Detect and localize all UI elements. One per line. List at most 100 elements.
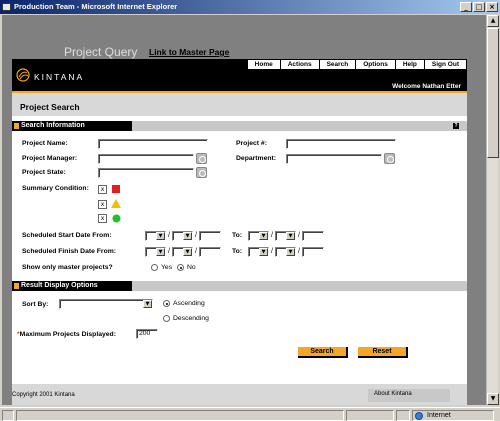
vertical-scrollbar[interactable]: ▲ ▼ bbox=[486, 15, 499, 405]
chevron-down-icon: ▼ bbox=[183, 232, 192, 240]
result-options-title: Result Display Options bbox=[12, 281, 132, 291]
about-kintana-link[interactable]: About Kintana bbox=[368, 389, 450, 402]
finish-to-month-select[interactable]: ▼ bbox=[248, 247, 269, 257]
max-projects-label: *Maximum Projects Displayed: bbox=[17, 331, 116, 338]
condition-yellow-checkbox[interactable]: x bbox=[98, 200, 107, 209]
start-to-year-input[interactable] bbox=[302, 231, 324, 241]
scroll-thumb[interactable] bbox=[487, 28, 499, 158]
finish-to-label: To: bbox=[232, 248, 243, 255]
help-icon[interactable]: ? bbox=[453, 123, 459, 129]
ie-icon bbox=[2, 3, 11, 11]
app-header: Home Actions Search Options Help Sign Ou… bbox=[12, 59, 467, 91]
zone-indicator: Internet bbox=[412, 410, 494, 421]
reset-button[interactable]: Reset bbox=[358, 347, 408, 358]
master-yes-radio[interactable] bbox=[151, 264, 158, 271]
finish-to-day-select[interactable]: ▼ bbox=[275, 247, 296, 257]
project-state-input[interactable] bbox=[98, 168, 194, 178]
window-titlebar: Production Team - Microsoft Internet Exp… bbox=[0, 0, 500, 14]
master-no-label: No bbox=[187, 264, 196, 271]
section-heading: Project Search bbox=[20, 102, 80, 112]
date-separator: / bbox=[298, 248, 300, 255]
chevron-down-icon: ▼ bbox=[259, 248, 268, 256]
nav-help[interactable]: Help bbox=[394, 59, 424, 70]
nav-home[interactable]: Home bbox=[246, 59, 280, 70]
start-to-month-select[interactable]: ▼ bbox=[248, 231, 269, 241]
red-square-icon bbox=[112, 185, 120, 193]
yellow-triangle-icon bbox=[111, 199, 121, 208]
department-input[interactable] bbox=[286, 154, 382, 164]
date-separator: / bbox=[168, 248, 170, 255]
chevron-down-icon: ▼ bbox=[183, 248, 192, 256]
chevron-down-icon: ▼ bbox=[156, 232, 165, 240]
search-button[interactable]: Search bbox=[298, 347, 348, 358]
max-projects-input[interactable]: 200 bbox=[136, 329, 158, 339]
zone-label: Internet bbox=[427, 412, 451, 419]
status-progress bbox=[346, 410, 394, 421]
descending-label: Descending bbox=[173, 315, 209, 322]
project-number-input[interactable] bbox=[286, 139, 396, 149]
master-page-link[interactable]: Link to Master Page bbox=[149, 47, 229, 57]
nav-options[interactable]: Options bbox=[355, 59, 395, 70]
heading-band: Project Search bbox=[12, 93, 467, 116]
master-yes-label: Yes bbox=[161, 264, 173, 271]
welcome-message: Welcome Nathan Etter bbox=[392, 83, 461, 90]
project-manager-input[interactable] bbox=[98, 154, 194, 164]
project-state-label: Project State: bbox=[22, 169, 66, 176]
start-to-day-select[interactable]: ▼ bbox=[275, 231, 296, 241]
date-separator: / bbox=[168, 232, 170, 239]
date-separator: / bbox=[271, 232, 273, 239]
chevron-down-icon: ▼ bbox=[156, 248, 165, 256]
chevron-down-icon: ▼ bbox=[143, 300, 152, 308]
finish-from-month-select[interactable]: ▼ bbox=[145, 247, 166, 257]
maximize-button[interactable]: □ bbox=[473, 2, 485, 12]
nav-actions[interactable]: Actions bbox=[279, 59, 319, 70]
sort-by-select[interactable]: ▼ bbox=[59, 299, 153, 309]
result-options-header: Result Display Options bbox=[12, 281, 467, 291]
date-separator: / bbox=[298, 232, 300, 239]
nav-sign-out[interactable]: Sign Out bbox=[423, 59, 467, 70]
main-content: Project Search Search Information ? Proj… bbox=[12, 93, 467, 405]
internet-globe-icon bbox=[415, 412, 423, 420]
start-from-month-select[interactable]: ▼ bbox=[145, 231, 166, 241]
kintana-logo-icon bbox=[16, 68, 30, 82]
page-title: Project Query bbox=[64, 45, 138, 59]
kintana-logo-text: KINTANA bbox=[34, 72, 85, 82]
search-info-title: Search Information bbox=[12, 121, 132, 131]
window-title: Production Team - Microsoft Internet Exp… bbox=[14, 2, 178, 11]
project-name-input[interactable] bbox=[98, 139, 208, 149]
start-to-label: To: bbox=[232, 232, 243, 239]
chevron-down-icon: ▼ bbox=[286, 232, 295, 240]
lock-icon bbox=[396, 410, 410, 421]
close-button[interactable]: × bbox=[486, 2, 498, 12]
max-projects-label-text: Maximum Projects Displayed: bbox=[19, 331, 116, 338]
scroll-up-icon[interactable]: ▲ bbox=[487, 15, 499, 27]
department-label: Department: bbox=[236, 155, 277, 162]
state-lookup-icon[interactable] bbox=[196, 167, 207, 178]
finish-date-label: Scheduled Finish Date From: bbox=[22, 248, 117, 255]
chevron-down-icon: ▼ bbox=[286, 248, 295, 256]
descending-radio[interactable] bbox=[163, 315, 170, 322]
chevron-down-icon: ▼ bbox=[259, 232, 268, 240]
project-name-label: Project Name: bbox=[22, 140, 68, 147]
condition-red-checkbox[interactable]: x bbox=[98, 185, 107, 194]
start-date-label: Scheduled Start Date From: bbox=[22, 232, 112, 239]
finish-from-year-input[interactable] bbox=[199, 247, 221, 257]
master-no-radio[interactable] bbox=[177, 264, 184, 271]
master-only-label: Show only master projects? bbox=[22, 264, 113, 271]
manager-lookup-icon[interactable] bbox=[196, 153, 207, 164]
nav-search[interactable]: Search bbox=[318, 59, 356, 70]
summary-condition-label: Summary Condition: bbox=[22, 185, 89, 192]
condition-green-checkbox[interactable]: x bbox=[98, 214, 107, 223]
ascending-radio[interactable] bbox=[163, 300, 170, 307]
browser-viewport: Project Query Link to Master Page Home A… bbox=[2, 15, 486, 405]
start-from-day-select[interactable]: ▼ bbox=[172, 231, 193, 241]
status-bar: Internet bbox=[0, 407, 500, 421]
department-lookup-icon[interactable] bbox=[384, 153, 395, 164]
start-from-year-input[interactable] bbox=[199, 231, 221, 241]
minimize-button[interactable]: _ bbox=[460, 2, 472, 12]
ascending-label: Ascending bbox=[173, 300, 205, 307]
finish-to-year-input[interactable] bbox=[302, 247, 324, 257]
scroll-down-icon[interactable]: ▼ bbox=[487, 393, 499, 405]
green-circle-icon bbox=[112, 214, 121, 223]
finish-from-day-select[interactable]: ▼ bbox=[172, 247, 193, 257]
